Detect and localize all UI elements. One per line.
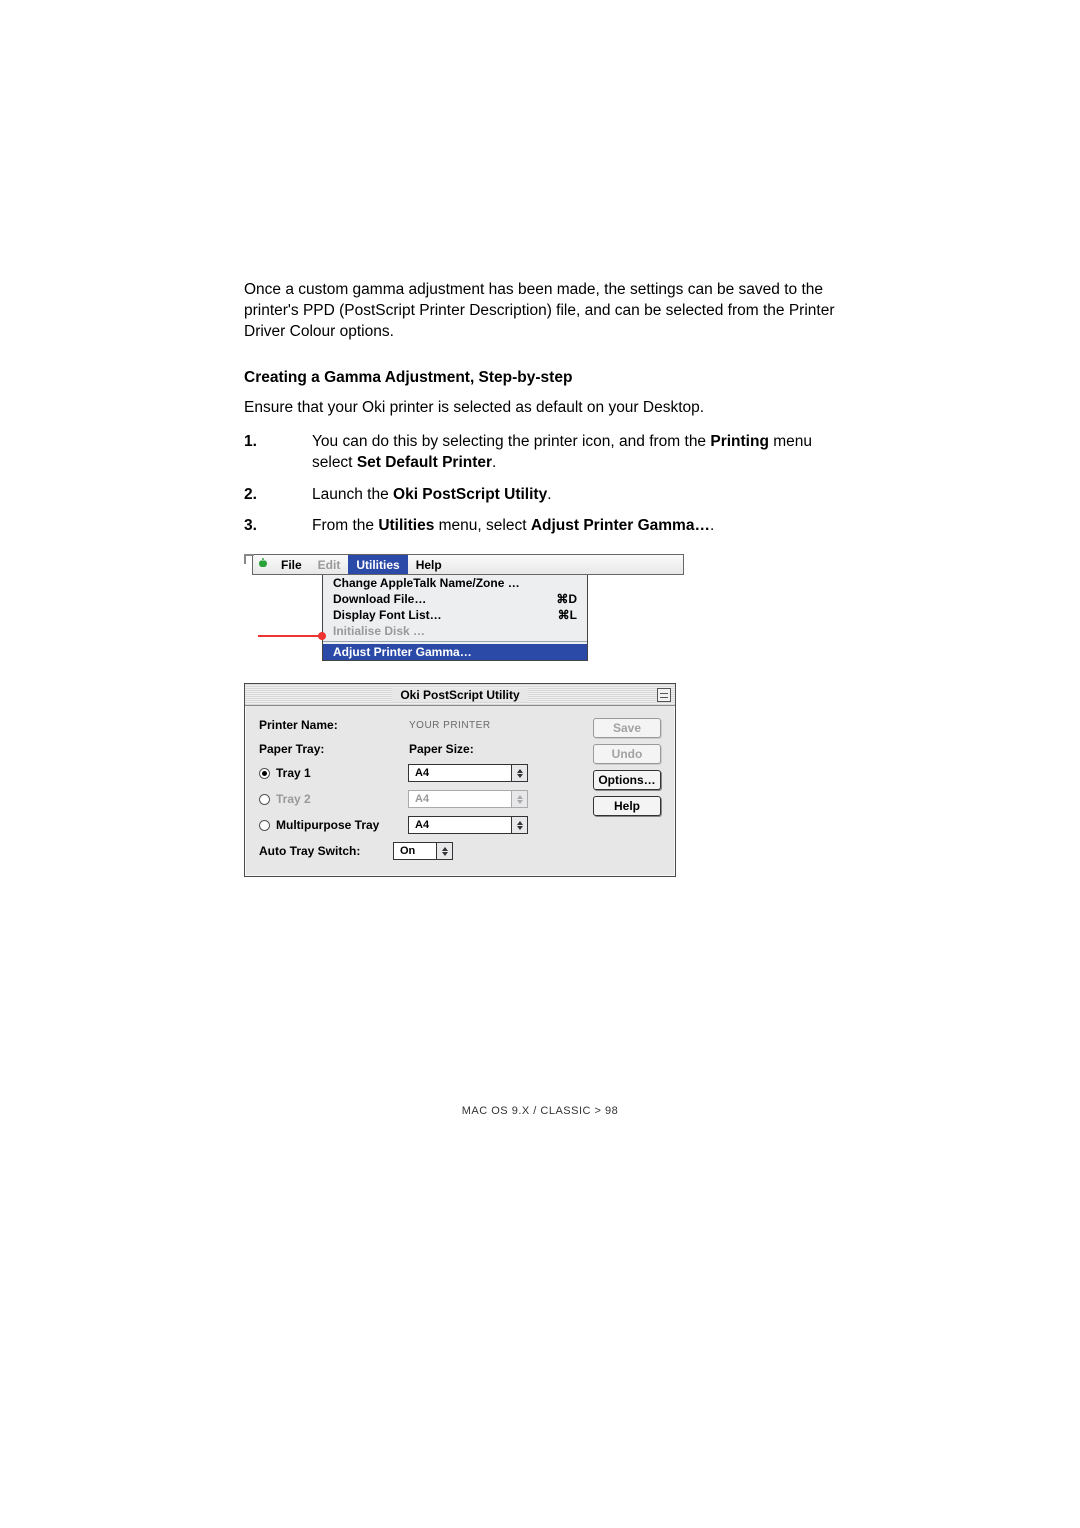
select-value: A4	[409, 819, 511, 831]
shortcut: ⌘D	[556, 592, 577, 606]
mptray-label: Multipurpose Tray	[276, 818, 408, 832]
window-body: Printer Name: YOUR PRINTER Paper Tray: P…	[245, 706, 675, 876]
step-3: 3. From the Utilities menu, select Adjus…	[244, 515, 836, 536]
paper-size-select-tray2: A4	[408, 790, 528, 808]
step-number: 2.	[244, 484, 312, 505]
menu-file[interactable]: File	[273, 558, 310, 572]
step-1: 1. You can do this by selecting the prin…	[244, 431, 836, 474]
menu-utilities[interactable]: Utilities	[348, 555, 407, 574]
step-text: Launch the Oki PostScript Utility.	[312, 484, 836, 505]
menu-label: Change AppleTalk Name/Zone …	[333, 576, 520, 590]
menu-item-display-font-list[interactable]: Display Font List… ⌘L	[323, 607, 587, 623]
screen-corner	[244, 554, 254, 564]
help-button[interactable]: Help	[593, 796, 661, 816]
menu-help[interactable]: Help	[408, 558, 450, 572]
menu-item-adjust-printer-gamma[interactable]: Adjust Printer Gamma…	[323, 644, 587, 660]
menu-divider	[323, 641, 587, 642]
menu-label: Initialise Disk …	[333, 624, 425, 638]
text: .	[492, 454, 496, 471]
shortcut: ⌘L	[558, 608, 577, 622]
window-titlebar[interactable]: Oki PostScript Utility	[245, 684, 675, 706]
paper-size-label: Paper Size:	[409, 742, 474, 756]
step-2: 2. Launch the Oki PostScript Utility.	[244, 484, 836, 505]
step-text: From the Utilities menu, select Adjust P…	[312, 515, 836, 536]
step-number: 1.	[244, 431, 312, 474]
tray-row-mp: Multipurpose Tray A4	[259, 816, 661, 834]
intro-paragraph: Once a custom gamma adjustment has been …	[244, 280, 836, 343]
bold-text: Oki PostScript Utility	[393, 486, 547, 503]
text: menu, select	[434, 517, 531, 534]
auto-tray-switch-select[interactable]: On	[393, 842, 453, 860]
paper-size-select-mptray[interactable]: A4	[408, 816, 528, 834]
bold-text: Printing	[710, 433, 769, 450]
step-list: 1. You can do this by selecting the prin…	[244, 431, 836, 537]
menu-label: Display Font List…	[333, 608, 442, 622]
menu-edit[interactable]: Edit	[310, 558, 349, 572]
bold-text: Utilities	[378, 517, 434, 534]
auto-tray-switch-label: Auto Tray Switch:	[259, 844, 393, 858]
select-value: On	[394, 845, 436, 857]
select-value: A4	[409, 767, 511, 779]
text: .	[547, 486, 551, 503]
menubar-screenshot: File Edit Utilities Help Change AppleTal…	[244, 554, 684, 661]
text: You can do this by selecting the printer…	[312, 433, 710, 450]
bold-text: Set Default Printer	[357, 454, 492, 471]
page-footer: MAC OS 9.X / CLASSIC > 98	[0, 1105, 1080, 1117]
ensure-text: Ensure that your Oki printer is selected…	[244, 399, 836, 417]
menu-item-download-file[interactable]: Download File… ⌘D	[323, 591, 587, 607]
menu-item-initialise-disk: Initialise Disk …	[323, 623, 587, 639]
chevron-updown-icon	[436, 843, 452, 859]
tray1-label: Tray 1	[276, 766, 408, 780]
paper-size-select-tray1[interactable]: A4	[408, 764, 528, 782]
side-buttons: Save Undo Options… Help	[593, 718, 661, 816]
oki-postscript-utility-window: Oki PostScript Utility Printer Name: YOU…	[244, 683, 676, 877]
step-text: You can do this by selecting the printer…	[312, 431, 836, 474]
tray2-label: Tray 2	[276, 792, 408, 806]
text: From the	[312, 517, 378, 534]
chevron-updown-icon	[511, 817, 527, 833]
utilities-dropdown: Change AppleTalk Name/Zone … Download Fi…	[322, 575, 588, 661]
printer-name-label: Printer Name:	[259, 718, 409, 732]
printer-name-value: YOUR PRINTER	[409, 720, 491, 731]
subheading: Creating a Gamma Adjustment, Step-by-ste…	[244, 369, 836, 387]
undo-button: Undo	[593, 744, 661, 764]
radio-tray2[interactable]	[259, 794, 270, 805]
window-title: Oki PostScript Utility	[392, 688, 527, 702]
text: .	[710, 517, 714, 534]
auto-tray-switch-row: Auto Tray Switch: On	[259, 842, 661, 860]
chevron-updown-icon	[511, 791, 527, 807]
radio-tray1[interactable]	[259, 768, 270, 779]
paper-tray-label: Paper Tray:	[259, 742, 409, 756]
select-value: A4	[409, 793, 511, 805]
chevron-updown-icon	[511, 765, 527, 781]
radio-mptray[interactable]	[259, 820, 270, 831]
menu-item-change-appletalk[interactable]: Change AppleTalk Name/Zone …	[323, 575, 587, 591]
apple-menu-icon[interactable]	[253, 557, 273, 572]
bold-text: Adjust Printer Gamma…	[531, 517, 710, 534]
save-button: Save	[593, 718, 661, 738]
step-number: 3.	[244, 515, 312, 536]
text: Launch the	[312, 486, 393, 503]
options-button[interactable]: Options…	[593, 770, 661, 790]
collapse-button[interactable]	[657, 688, 671, 702]
callout-line	[258, 635, 320, 637]
menu-label: Adjust Printer Gamma…	[333, 645, 472, 659]
menu-label: Download File…	[333, 592, 426, 606]
menubar: File Edit Utilities Help	[252, 554, 684, 575]
